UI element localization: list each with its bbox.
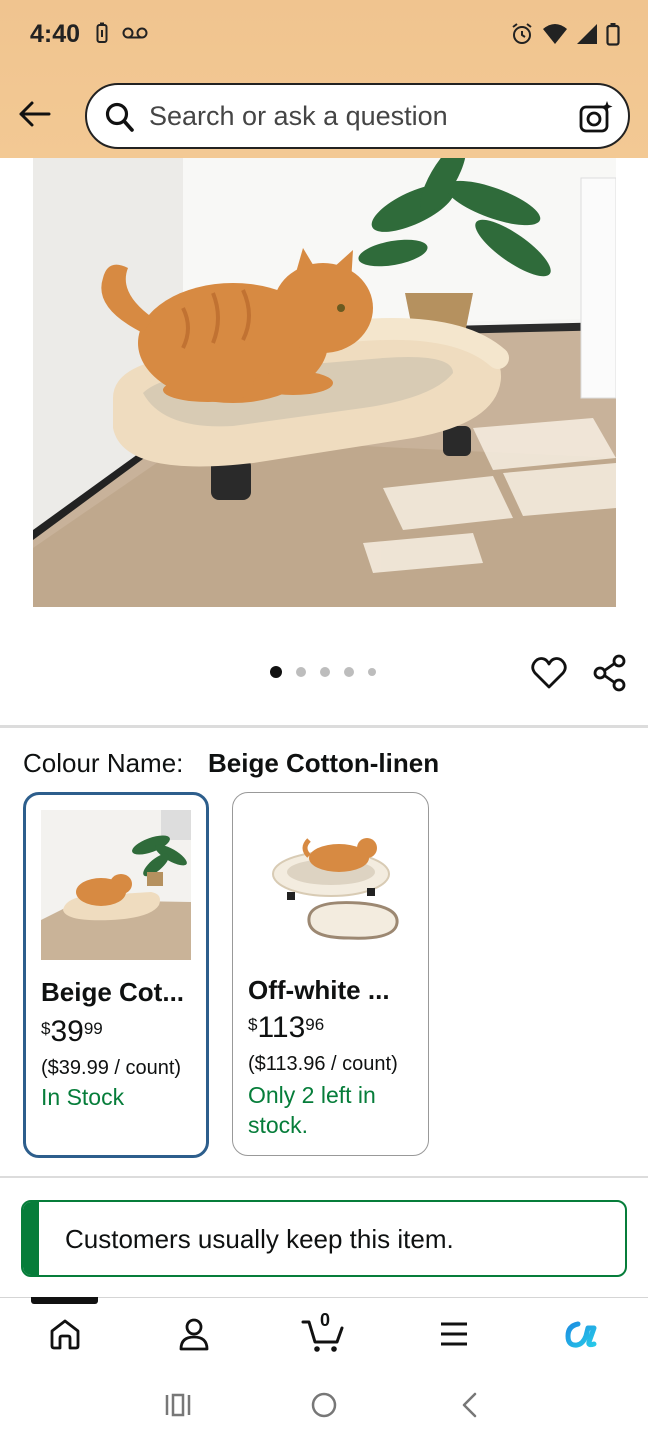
- rufus-ai-icon: [565, 1321, 597, 1348]
- nav-active-indicator: [31, 1297, 98, 1304]
- stock-status: Only 2 left in stock.: [248, 1082, 376, 1138]
- swatch-image: [41, 810, 191, 960]
- cart-count: 0: [320, 1310, 331, 1330]
- nav-account[interactable]: [170, 1312, 218, 1356]
- account-icon: [179, 1318, 209, 1351]
- carousel-dot[interactable]: [270, 666, 282, 678]
- price-whole: 113: [257, 1011, 306, 1044]
- unit-price: ($113.96 / count): [248, 1053, 398, 1075]
- signal-icon: [576, 23, 598, 50]
- camera-search-icon[interactable]: [578, 99, 614, 140]
- home-system-button[interactable]: [304, 1388, 344, 1422]
- search-bar[interactable]: Search or ask a question: [85, 83, 630, 149]
- status-time: 4:40: [30, 20, 81, 48]
- banner-accent-bar: [23, 1202, 39, 1275]
- swatch-image: [249, 808, 414, 958]
- unit-price: ($39.99 / count): [41, 1057, 182, 1079]
- price-whole: 39: [50, 1015, 84, 1048]
- stock-status: In Stock: [41, 1084, 125, 1110]
- back-button[interactable]: [14, 96, 54, 132]
- section-divider: [0, 725, 648, 728]
- add-to-wishlist-button[interactable]: [530, 654, 568, 692]
- search-input[interactable]: Search or ask a question: [149, 101, 448, 132]
- battery-icon: [606, 22, 620, 51]
- colour-option-off-white[interactable]: Off-white ... $ 113 96 ($113.96 / count)…: [232, 792, 429, 1156]
- swatch-price: $ 113 96: [248, 1011, 324, 1045]
- colour-option-beige[interactable]: Beige Cot... $ 39 99 ($39.99 / count) In…: [23, 792, 209, 1158]
- arrow-left-icon: [19, 101, 51, 127]
- back-system-button[interactable]: [450, 1388, 490, 1422]
- alarm-icon: [510, 22, 534, 51]
- battery-saver-icon: [96, 22, 108, 49]
- wifi-icon: [542, 23, 568, 50]
- home-circle-icon: [311, 1392, 337, 1418]
- nav-cart[interactable]: 0: [300, 1310, 348, 1356]
- nav-rufus-ai[interactable]: [558, 1312, 606, 1356]
- swatch-title: Off-white ...: [248, 975, 390, 1005]
- search-icon: [105, 101, 135, 138]
- share-icon: [593, 654, 626, 692]
- carousel-dot[interactable]: [344, 667, 354, 677]
- price-fraction: 99: [83, 1019, 103, 1038]
- carousel-dot[interactable]: [296, 667, 306, 677]
- share-button[interactable]: [592, 654, 628, 692]
- app-header: 4:40 Search or ask a question: [0, 0, 648, 158]
- colour-selected-value: Beige Cotton-linen: [208, 748, 440, 778]
- section-divider: [0, 1176, 648, 1178]
- product-main-image[interactable]: [33, 158, 616, 607]
- banner-text: Customers usually keep this item.: [65, 1224, 454, 1254]
- swatch-title: Beige Cot...: [41, 977, 185, 1007]
- swatch-price: $ 39 99: [41, 1015, 103, 1049]
- carousel-dot[interactable]: [320, 667, 330, 677]
- nav-menu[interactable]: [430, 1312, 478, 1356]
- customers-keep-banner: Customers usually keep this item.: [21, 1200, 627, 1277]
- recents-button[interactable]: [158, 1388, 198, 1422]
- price-fraction: 96: [305, 1015, 325, 1034]
- heart-icon: [531, 657, 567, 689]
- back-chevron-icon: [462, 1392, 477, 1418]
- nav-home[interactable]: [41, 1312, 89, 1356]
- price-symbol: $: [248, 1015, 258, 1034]
- carousel-dot[interactable]: [368, 668, 376, 676]
- home-icon: [50, 1319, 80, 1350]
- price-symbol: $: [41, 1019, 51, 1038]
- menu-icon: [441, 1322, 467, 1346]
- carousel-indicator[interactable]: [270, 666, 376, 678]
- recents-icon: [165, 1393, 191, 1417]
- status-bar: 4:40: [0, 0, 648, 72]
- voicemail-icon: [122, 26, 148, 45]
- colour-label: Colour Name:: [23, 748, 184, 778]
